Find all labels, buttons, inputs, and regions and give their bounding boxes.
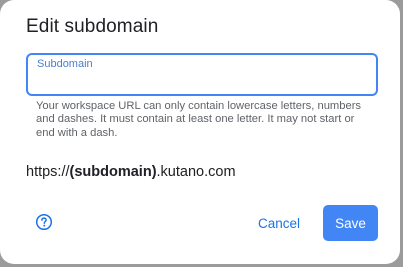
subdomain-field[interactable]: Subdomain	[26, 53, 378, 96]
url-suffix: .kutano.com	[156, 164, 236, 180]
subdomain-field-label: Subdomain	[37, 58, 93, 70]
workspace-url-preview: https://(subdomain).kutano.com	[26, 164, 236, 180]
url-prefix: https://	[26, 164, 70, 180]
subdomain-input[interactable]	[37, 72, 367, 92]
save-button[interactable]: Save	[323, 205, 378, 241]
url-subdomain: (subdomain)	[69, 164, 157, 180]
cancel-button[interactable]: Cancel	[250, 206, 308, 240]
subdomain-help-text: Your workspace URL can only contain lowe…	[36, 100, 362, 139]
question-circle-icon[interactable]	[35, 213, 53, 231]
edit-subdomain-dialog: Edit subdomain Subdomain Your workspace …	[0, 0, 400, 264]
dialog-title: Edit subdomain	[26, 16, 159, 37]
